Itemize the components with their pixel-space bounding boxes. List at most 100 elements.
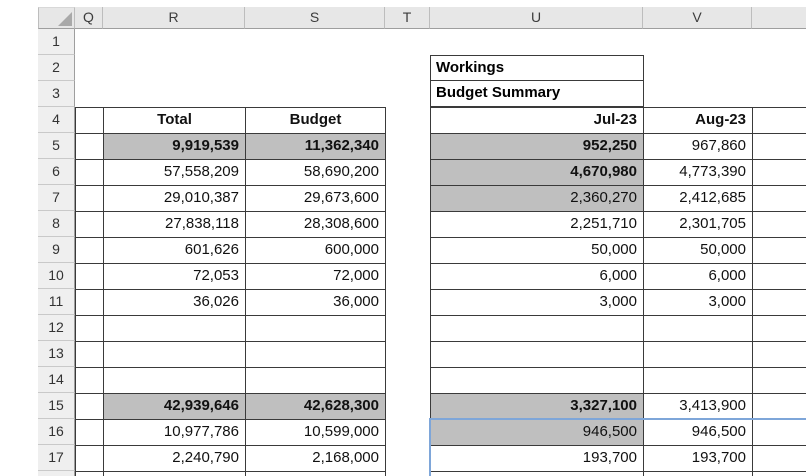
cell-q11[interactable] <box>76 290 104 316</box>
column-header-q[interactable]: Q <box>75 7 103 29</box>
row-header-5[interactable]: 5 <box>38 133 75 159</box>
row-header-18[interactable]: 18 <box>38 471 75 476</box>
cell-r12[interactable] <box>104 316 246 342</box>
cell-q7[interactable] <box>76 186 104 212</box>
cell-v17[interactable]: 193,700 <box>644 446 753 472</box>
cell-r10[interactable]: 72,053 <box>104 264 246 290</box>
cell-u11[interactable]: 3,000 <box>431 290 644 316</box>
cell-r17[interactable]: 2,240,790 <box>104 446 246 472</box>
row-header-1[interactable]: 1 <box>38 29 75 55</box>
cell-v14[interactable] <box>644 368 753 394</box>
column-header-s[interactable]: S <box>245 7 385 29</box>
cell-q10[interactable] <box>76 264 104 290</box>
row-header-7[interactable]: 7 <box>38 185 75 211</box>
row-header-3[interactable]: 3 <box>38 81 75 107</box>
cell-v11[interactable]: 3,000 <box>644 290 753 316</box>
cell-v13[interactable] <box>644 342 753 368</box>
cell-s6[interactable]: 58,690,200 <box>246 160 386 186</box>
row-header-15[interactable]: 15 <box>38 393 75 419</box>
cell-v7[interactable]: 2,412,685 <box>644 186 753 212</box>
row-header-11[interactable]: 11 <box>38 289 75 315</box>
cell-w13-partial[interactable] <box>753 342 806 368</box>
cell-w11-partial[interactable] <box>753 290 806 316</box>
cell-u17[interactable]: 193,700 <box>431 446 644 472</box>
column-header-t[interactable]: T <box>385 7 430 29</box>
cell-v8[interactable]: 2,301,705 <box>644 212 753 238</box>
cell-u8[interactable]: 2,251,710 <box>431 212 644 238</box>
cell-u6[interactable]: 4,670,980 <box>431 160 644 186</box>
cell-r16[interactable]: 10,977,786 <box>104 420 246 446</box>
cell-r9[interactable]: 601,626 <box>104 238 246 264</box>
cell-v5[interactable]: 967,860 <box>644 134 753 160</box>
cell-s7[interactable]: 29,673,600 <box>246 186 386 212</box>
cell-w10-partial[interactable] <box>753 264 806 290</box>
row-header-2[interactable]: 2 <box>38 55 75 81</box>
cell-s16[interactable]: 10,599,000 <box>246 420 386 446</box>
cell-u5[interactable]: 952,250 <box>431 134 644 160</box>
cell-s17[interactable]: 2,168,000 <box>246 446 386 472</box>
column-header-u[interactable]: U <box>430 7 643 29</box>
cell-v4-aug23-header[interactable]: Aug-23 <box>644 108 753 134</box>
row-header-6[interactable]: 6 <box>38 159 75 185</box>
cell-u14[interactable] <box>431 368 644 394</box>
cell-r15[interactable]: 42,939,646 <box>104 394 246 420</box>
cell-u18[interactable]: 86,100 <box>431 472 644 476</box>
cell-w14-partial[interactable] <box>753 368 806 394</box>
cell-w6-partial[interactable] <box>753 160 806 186</box>
cell-workings-subtitle[interactable]: Budget Summary <box>431 81 643 106</box>
cell-q5[interactable] <box>76 134 104 160</box>
cell-r14[interactable] <box>104 368 246 394</box>
row-header-14[interactable]: 14 <box>38 367 75 393</box>
cell-v12[interactable] <box>644 316 753 342</box>
cell-workings-title[interactable]: Workings <box>431 56 643 81</box>
cell-w12-partial[interactable] <box>753 316 806 342</box>
cell-u7[interactable]: 2,360,270 <box>431 186 644 212</box>
cell-s13[interactable] <box>246 342 386 368</box>
cell-r4-total-header[interactable]: Total <box>104 108 246 134</box>
cell-q4[interactable] <box>76 108 104 134</box>
cell-u4-jul23-header[interactable]: Jul-23 <box>431 108 644 134</box>
cell-w8-partial[interactable] <box>753 212 806 238</box>
cell-q16[interactable] <box>76 420 104 446</box>
cell-s10[interactable]: 72,000 <box>246 264 386 290</box>
row-header-12[interactable]: 12 <box>38 315 75 341</box>
cell-q12[interactable] <box>76 316 104 342</box>
cell-s8[interactable]: 28,308,600 <box>246 212 386 238</box>
column-header-r[interactable]: R <box>103 7 245 29</box>
cell-u12[interactable] <box>431 316 644 342</box>
cell-q13[interactable] <box>76 342 104 368</box>
row-header-9[interactable]: 9 <box>38 237 75 263</box>
row-header-17[interactable]: 17 <box>38 445 75 471</box>
cell-u9[interactable]: 50,000 <box>431 238 644 264</box>
cell-w17-partial[interactable] <box>753 446 806 472</box>
cell-r6[interactable]: 57,558,209 <box>104 160 246 186</box>
cell-u10[interactable]: 6,000 <box>431 264 644 290</box>
cell-w4-partial[interactable] <box>753 108 806 134</box>
cell-s14[interactable] <box>246 368 386 394</box>
cell-v18[interactable]: 86,100 <box>644 472 753 476</box>
cell-r18[interactable]: 1,004,777 <box>104 472 246 476</box>
row-header-8[interactable]: 8 <box>38 211 75 237</box>
cell-q18[interactable] <box>76 472 104 476</box>
cell-r7[interactable]: 29,010,387 <box>104 186 246 212</box>
cell-q8[interactable] <box>76 212 104 238</box>
cell-r11[interactable]: 36,026 <box>104 290 246 316</box>
column-header-w-partial[interactable] <box>752 7 806 29</box>
cell-w16-partial[interactable] <box>753 420 806 446</box>
cell-v10[interactable]: 6,000 <box>644 264 753 290</box>
cell-q14[interactable] <box>76 368 104 394</box>
cell-s12[interactable] <box>246 316 386 342</box>
cell-q6[interactable] <box>76 160 104 186</box>
cell-s9[interactable]: 600,000 <box>246 238 386 264</box>
cell-u15[interactable]: 3,327,100 <box>431 394 644 420</box>
cell-s11[interactable]: 36,000 <box>246 290 386 316</box>
cell-s4-budget-header[interactable]: Budget <box>246 108 386 134</box>
cell-r13[interactable] <box>104 342 246 368</box>
cell-q9[interactable] <box>76 238 104 264</box>
cell-w9-partial[interactable] <box>753 238 806 264</box>
cell-q15[interactable] <box>76 394 104 420</box>
select-all-corner[interactable] <box>38 7 75 29</box>
cell-w18-partial[interactable] <box>753 472 806 476</box>
cell-r5[interactable]: 9,919,539 <box>104 134 246 160</box>
column-header-v[interactable]: V <box>643 7 752 29</box>
